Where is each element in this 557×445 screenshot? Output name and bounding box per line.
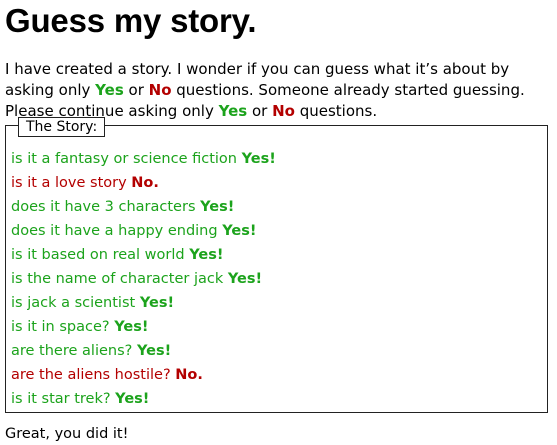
question-item: is the name of character jack Yes! [11,267,276,291]
page: Guess my story. I have created a story. … [0,0,557,445]
question-text: are the aliens hostile? [11,367,171,383]
question-item: are the aliens hostile? No. [11,363,276,387]
intro-or: or [247,102,273,120]
intro-or: or [123,81,149,99]
question-text: does it have a happy ending [11,223,218,239]
intro-text: I have created a story. I wonder if you … [5,59,555,122]
page-title: Guess my story. [5,2,257,39]
question-text: is it a love story [11,175,127,191]
question-text: is it based on real world [11,247,185,263]
question-item: does it have 3 characters Yes! [11,195,276,219]
intro-part3: questions. [294,102,378,120]
answer-label: No. [175,367,203,383]
question-text: is the name of character jack [11,271,224,287]
answer-label: Yes! [136,343,172,359]
yes-word: Yes [95,81,124,99]
answer-label: Yes! [241,151,276,167]
yes-word: Yes [218,102,248,120]
question-item: is it in space? Yes! [11,315,276,339]
question-item: are there aliens? Yes! [11,339,276,363]
answer-label: No. [131,175,159,191]
question-list: is it a fantasy or science fiction Yes! i… [11,147,276,411]
question-text: is jack a scientist [11,295,136,311]
answer-label: Yes! [114,319,149,335]
no-word: No [272,102,295,120]
answer-label: Yes! [200,199,235,215]
story-legend: The Story: [18,117,106,137]
answer-label: Yes! [115,391,150,407]
question-text: is it star trek? [11,391,111,407]
no-word: No [148,81,172,99]
question-text: is it a fantasy or science fiction [11,151,237,167]
question-item: is it based on real world Yes! [11,243,276,267]
question-item: is it a love story No. [11,171,276,195]
question-text: does it have 3 characters [11,199,196,215]
question-item: is it a fantasy or science fiction Yes! [11,147,276,171]
question-item: is jack a scientist Yes! [11,291,276,315]
question-text: is it in space? [11,319,110,335]
question-item: is it star trek? Yes! [11,387,276,411]
answer-label: Yes! [139,295,175,311]
question-item: does it have a happy ending Yes! [11,219,276,243]
answer-label: Yes! [227,271,263,287]
question-text: are there aliens? [11,343,133,359]
answer-label: Yes! [222,223,257,239]
final-message: Great, you did it! [5,426,129,442]
answer-label: Yes! [189,247,224,263]
